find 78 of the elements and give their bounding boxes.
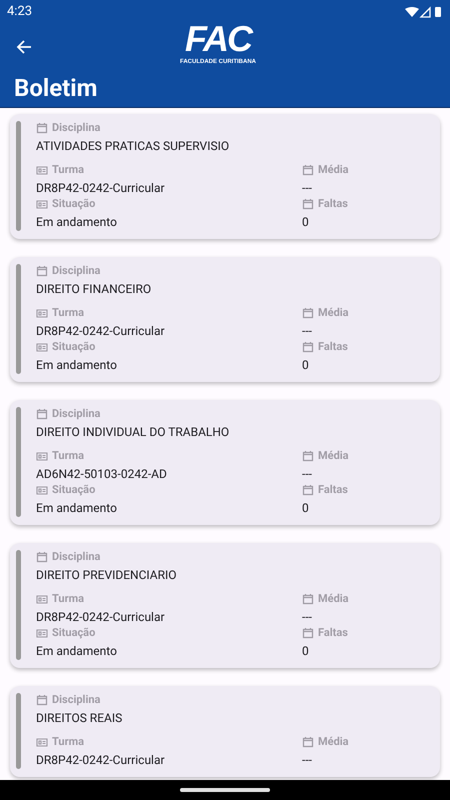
field-label: Turma bbox=[52, 449, 84, 463]
field-value: Em andamento bbox=[36, 357, 118, 374]
field-label: Turma bbox=[52, 163, 84, 177]
calendar-icon bbox=[302, 164, 314, 176]
calendar-icon bbox=[302, 198, 314, 210]
field-label: Média bbox=[318, 449, 349, 463]
id-card-icon bbox=[36, 484, 48, 496]
field-value: DR8P42-0242-Curricular bbox=[36, 323, 166, 340]
field-value: --- bbox=[302, 466, 313, 483]
field-value: DR8P42-0242-Curricular bbox=[36, 752, 166, 769]
id-card-icon bbox=[36, 198, 48, 210]
field-value: 0 bbox=[302, 214, 310, 231]
field-value: AD6N42-50103-0242-AD bbox=[36, 466, 168, 483]
status-time: 4:23 bbox=[7, 3, 32, 22]
field-value: --- bbox=[302, 323, 313, 340]
id-card-icon bbox=[36, 164, 48, 176]
field-label: Turma bbox=[52, 592, 84, 606]
field-value: 0 bbox=[302, 643, 310, 660]
calendar-icon bbox=[36, 694, 48, 706]
back-arrow-icon bbox=[16, 38, 32, 54]
grade-card[interactable]: Disciplina ATIVIDADES PRATICAS SUPERVISIO Turma DR8P42-0242-Curricular Média --- Situação Em andamento Faltas 0 bbox=[10, 114, 440, 239]
grade-card[interactable]: Disciplina DIREITOS REAIS Turma DR8P42-0242-Curricular Média --- bbox=[10, 686, 440, 777]
calendar-icon bbox=[36, 122, 48, 134]
field-value: DR8P42-0242-Curricular bbox=[36, 180, 166, 197]
id-card-icon bbox=[36, 341, 48, 353]
calendar-icon bbox=[36, 265, 48, 277]
field-value: --- bbox=[302, 609, 313, 626]
field-value: DIREITO INDIVIDUAL DO TRABALHO bbox=[36, 424, 230, 441]
field-label: Média bbox=[318, 735, 349, 749]
field-label: Disciplina bbox=[52, 550, 100, 564]
id-card-icon bbox=[36, 627, 48, 639]
field-value: Em andamento bbox=[36, 500, 118, 517]
field-value: --- bbox=[302, 752, 313, 769]
field-value: DIREITO PREVIDENCIARIO bbox=[36, 567, 178, 584]
id-card-icon bbox=[36, 736, 48, 748]
field-label: Turma bbox=[52, 306, 84, 320]
calendar-icon bbox=[36, 551, 48, 563]
field-label: Situação bbox=[52, 340, 96, 354]
field-value: 0 bbox=[302, 500, 310, 517]
field-value: ATIVIDADES PRATICAS SUPERVISIO bbox=[36, 138, 230, 155]
field-label: Turma bbox=[52, 735, 84, 749]
field-value: DIREITOS REAIS bbox=[36, 710, 124, 727]
calendar-icon bbox=[302, 341, 314, 353]
grade-card[interactable]: Disciplina DIREITO INDIVIDUAL DO TRABALHO Turma AD6N42-50103-0242-AD Média --- Situação Em andamento Faltas 0 bbox=[10, 400, 440, 525]
calendar-icon bbox=[302, 450, 314, 462]
field-label: Disciplina bbox=[52, 407, 100, 421]
field-value: --- bbox=[302, 180, 313, 197]
calendar-icon bbox=[302, 307, 314, 319]
calendar-icon bbox=[302, 593, 314, 605]
field-label: Disciplina bbox=[52, 693, 100, 707]
field-label: Faltas bbox=[318, 626, 348, 640]
grade-card[interactable]: Disciplina DIREITO FINANCEIRO Turma DR8P42-0242-Curricular Média --- Situação Em andamento Faltas 0 bbox=[10, 257, 440, 382]
calendar-icon bbox=[36, 408, 48, 420]
id-card-icon bbox=[36, 593, 48, 605]
field-value: 0 bbox=[302, 357, 310, 374]
field-label: Faltas bbox=[318, 340, 348, 354]
field-value: DR8P42-0242-Curricular bbox=[36, 609, 166, 626]
field-value: DIREITO FINANCEIRO bbox=[36, 281, 152, 298]
calendar-icon bbox=[302, 484, 314, 496]
field-value: Em andamento bbox=[36, 643, 118, 660]
field-label: Média bbox=[318, 306, 349, 320]
field-label: Situação bbox=[52, 626, 96, 640]
field-label: Faltas bbox=[318, 197, 348, 211]
field-label: Média bbox=[318, 592, 349, 606]
calendar-icon bbox=[302, 627, 314, 639]
field-label: Disciplina bbox=[52, 264, 100, 278]
field-label: Disciplina bbox=[52, 121, 100, 135]
id-card-icon bbox=[36, 450, 48, 462]
id-card-icon bbox=[36, 307, 48, 319]
status-icons bbox=[405, 6, 443, 18]
field-label: Faltas bbox=[318, 483, 348, 497]
field-label: Situação bbox=[52, 483, 96, 497]
field-label: Situação bbox=[52, 197, 96, 211]
field-label: Média bbox=[318, 163, 349, 177]
page-title: Boletim bbox=[14, 73, 98, 104]
field-value: Em andamento bbox=[36, 214, 118, 231]
calendar-icon bbox=[302, 736, 314, 748]
grade-card[interactable]: Disciplina DIREITO PREVIDENCIARIO Turma DR8P42-0242-Curricular Média --- Situação Em andamento Faltas 0 bbox=[10, 543, 440, 668]
